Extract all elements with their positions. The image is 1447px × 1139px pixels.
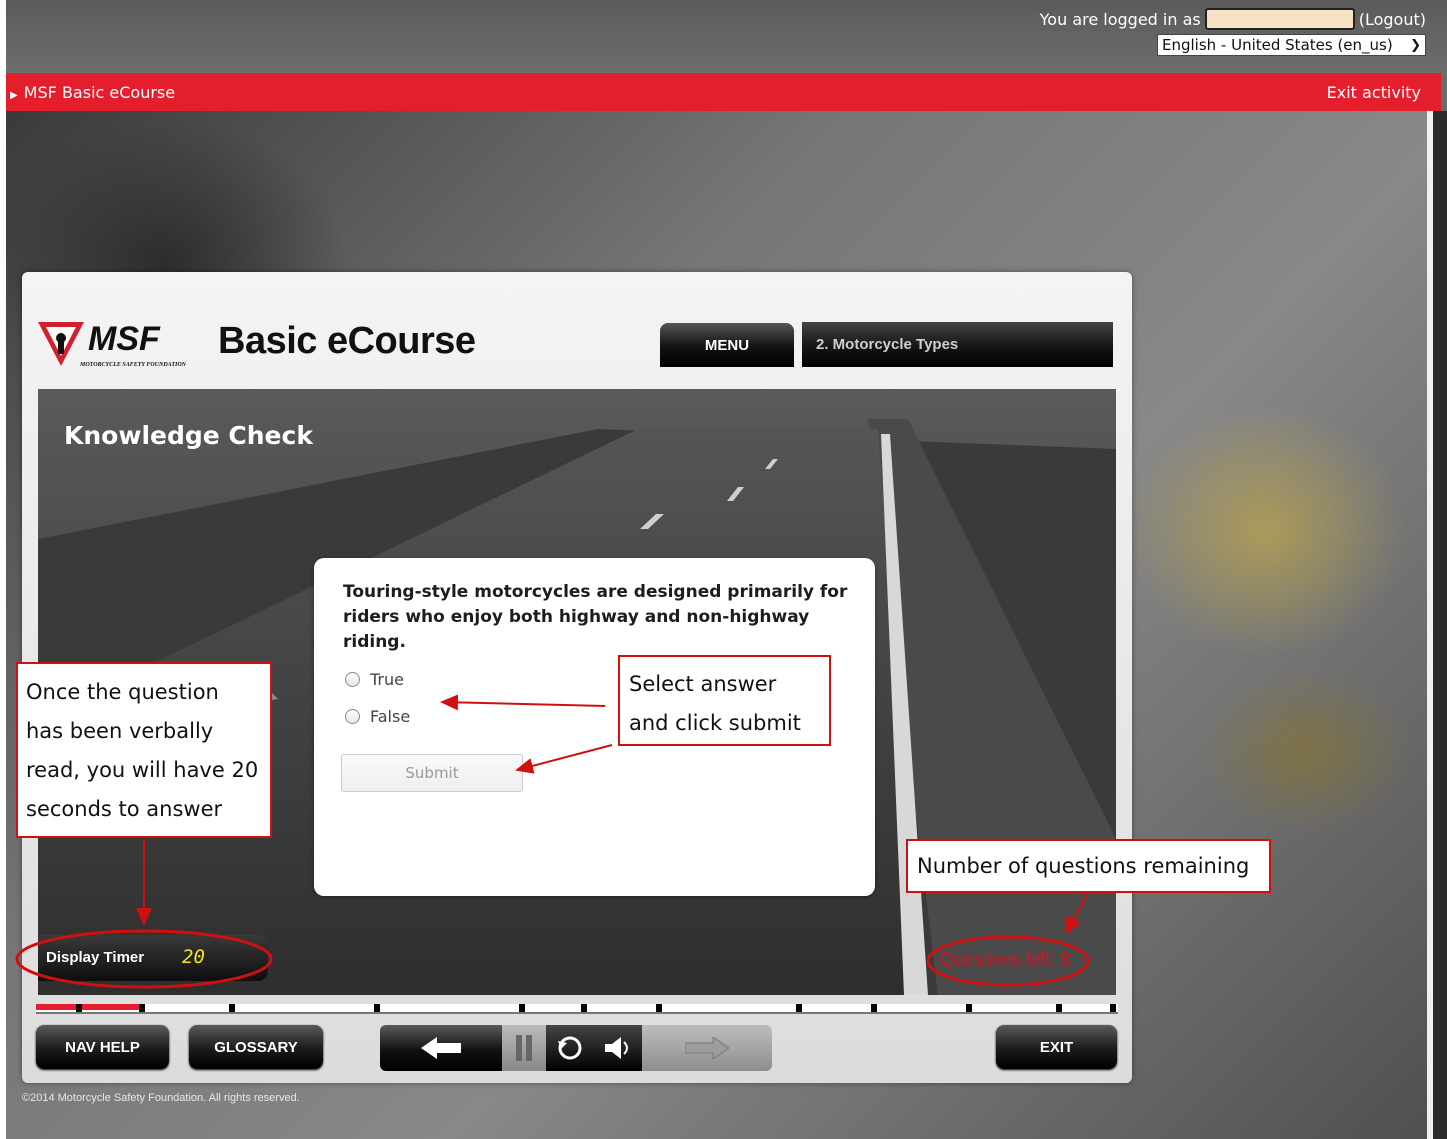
annotation-overlay bbox=[15, 694, 1090, 989]
